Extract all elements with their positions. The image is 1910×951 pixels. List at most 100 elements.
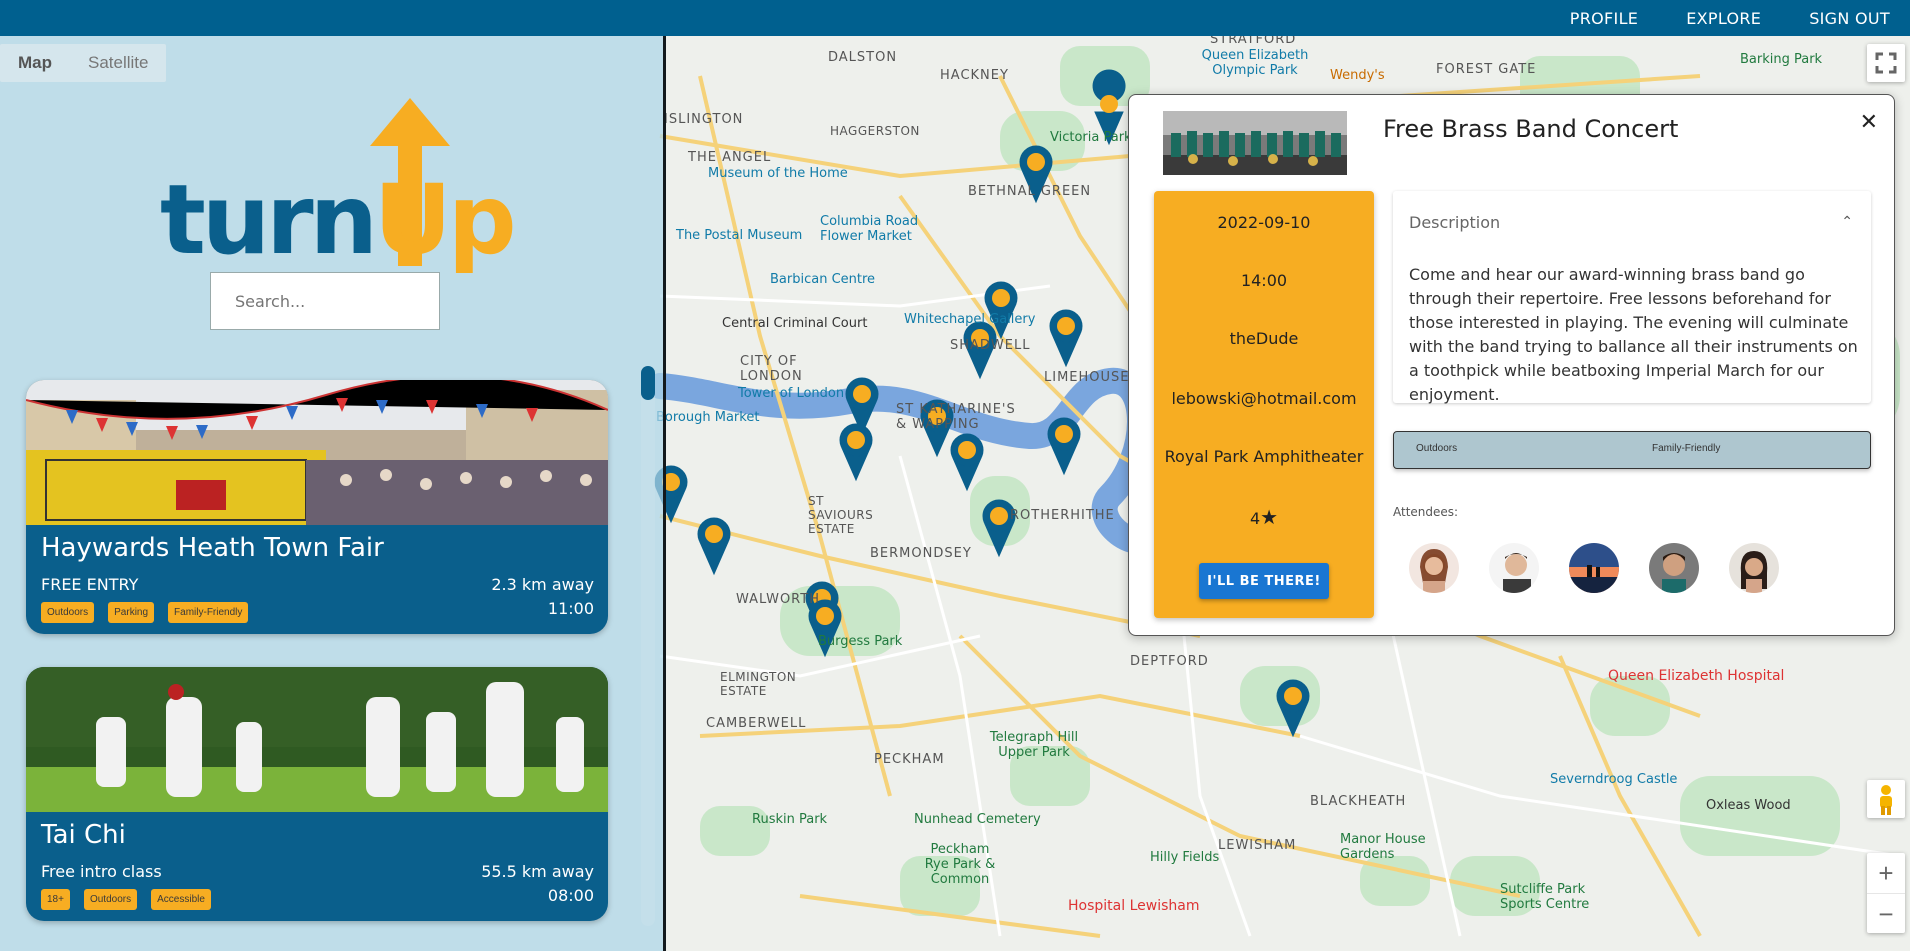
- turnup-logo: turnUp: [160, 96, 517, 276]
- event-host: theDude: [1229, 329, 1299, 348]
- fullscreen-icon: [1875, 52, 1897, 74]
- map-label: ELMINGTON ESTATE: [720, 670, 797, 698]
- rating-value: 4: [1249, 509, 1261, 528]
- map-poi: Queen Elizabeth Olympic Park: [1201, 48, 1309, 78]
- map-label: BERMONDSEY: [870, 546, 972, 561]
- logo-turn: turn: [160, 164, 378, 276]
- attendee-avatar[interactable]: [1569, 543, 1619, 593]
- event-card[interactable]: Tai Chi Free intro class 55.5 km away 08…: [26, 667, 608, 921]
- fullscreen-button[interactable]: [1867, 44, 1905, 82]
- map-poi: Burgess Park: [818, 634, 903, 649]
- map-label: PECKHAM: [874, 752, 945, 767]
- map-poi: Peckham Rye Park & Common: [924, 842, 996, 887]
- map-label: DALSTON: [828, 50, 898, 65]
- map-poi: Barbican Centre: [770, 272, 876, 287]
- event-time: 11:00: [547, 599, 594, 618]
- map-type-toggle: Map Satellite: [0, 44, 167, 82]
- map-label: ISLINGTON: [664, 112, 744, 127]
- nav-profile-link[interactable]: PROFILE: [1570, 9, 1638, 28]
- map-poi: Hilly Fields: [1150, 850, 1220, 865]
- event-title: Haywards Heath Town Fair: [41, 533, 384, 563]
- popup-tag: Family-Friendly: [1652, 443, 1721, 454]
- popup-tags: Outdoors Family-Friendly: [1393, 431, 1871, 469]
- search-input[interactable]: [210, 272, 440, 330]
- attendee-avatar[interactable]: [1489, 543, 1539, 593]
- map-type-satellite-button[interactable]: Satellite: [70, 44, 166, 82]
- map-poi: Hospital Lewisham: [1068, 898, 1200, 914]
- attendee-avatar[interactable]: [1649, 543, 1699, 593]
- event-photo: [26, 667, 608, 812]
- zoom-in-button[interactable]: +: [1867, 853, 1905, 893]
- event-email: lebowski@hotmail.com: [1171, 389, 1357, 408]
- map-type-map-button[interactable]: Map: [0, 44, 70, 82]
- map-poi: Telegraph Hill Upper Park: [989, 730, 1079, 760]
- event-tag: Parking: [108, 602, 155, 623]
- map-label: SHADWELL: [950, 338, 1031, 353]
- event-title: Tai Chi: [41, 820, 126, 850]
- scrollbar-thumb[interactable]: [641, 366, 655, 400]
- map-label: LIMEHOUSE: [1044, 370, 1130, 385]
- description-accordion: Description ⌃ Come and hear our award-wi…: [1393, 191, 1871, 404]
- logo-up: Up: [373, 164, 517, 276]
- event-distance: 55.5 km away: [481, 862, 594, 881]
- map-label: ST SAVIOURS ESTATE: [808, 494, 874, 536]
- event-info-column: 2022-09-10 14:00 theDude lebowski@hotmai…: [1154, 191, 1374, 618]
- map-label: STRATFORD: [1210, 36, 1297, 47]
- map-poi: The Postal Museum: [676, 228, 803, 243]
- street-view-button[interactable]: [1867, 780, 1905, 818]
- map-poi: Wendy's: [1330, 68, 1385, 83]
- map-poi: Sutcliffe Park Sports Centre: [1500, 882, 1590, 912]
- map-label: THE ANGEL: [688, 150, 772, 165]
- event-tag: Outdoors: [83, 889, 138, 910]
- zoom-out-button[interactable]: −: [1867, 893, 1905, 933]
- description-heading[interactable]: Description: [1409, 213, 1500, 232]
- map-poi: Museum of the Home: [708, 166, 848, 181]
- map-poi: Barking Park: [1740, 52, 1823, 67]
- top-nav-bar: PROFILE EXPLORE SIGN OUT: [0, 0, 1910, 36]
- event-tag: 18+: [41, 889, 70, 910]
- event-venue: Royal Park Amphitheater: [1164, 447, 1364, 466]
- map-poi: Whitechapel Gallery: [904, 312, 1036, 327]
- map-poi: Borough Market: [656, 410, 760, 425]
- chevron-up-icon[interactable]: ⌃: [1841, 213, 1853, 230]
- popup-title: Free Brass Band Concert: [1383, 115, 1679, 143]
- event-time: 14:00: [1240, 271, 1288, 290]
- map-poi: Severndroog Castle: [1550, 772, 1678, 787]
- popup-tag: Outdoors: [1416, 443, 1458, 454]
- map-label: WALWORTH: [736, 592, 820, 607]
- nav-signout-link[interactable]: SIGN OUT: [1809, 9, 1890, 28]
- map-poi: Oxleas Wood: [1706, 798, 1791, 813]
- attend-button[interactable]: I'LL BE THERE!: [1199, 563, 1329, 599]
- map-poi: Nunhead Cemetery: [914, 812, 1041, 827]
- left-panel: Map Satellite turnUp Search... Haywards …: [0, 36, 663, 951]
- map-label: ST KATHARINE'S & WAPPING: [896, 402, 1016, 432]
- event-subtitle: FREE ENTRY: [41, 575, 139, 594]
- map-label: DEPTFORD: [1130, 654, 1209, 669]
- event-tag: Accessible: [151, 889, 211, 910]
- panel-divider: [663, 36, 666, 951]
- attendee-avatar[interactable]: [1409, 543, 1459, 593]
- map-poi: Manor House Gardens: [1340, 832, 1426, 862]
- map-label: CITY OF LONDON: [740, 354, 803, 384]
- map-poi: Ruskin Park: [752, 812, 828, 827]
- star-icon: ★: [1260, 505, 1279, 529]
- map-label: FOREST GATE: [1436, 62, 1537, 77]
- map-poi: Tower of London: [738, 386, 845, 401]
- event-date: 2022-09-10: [1217, 213, 1311, 232]
- event-rating: 4★: [1154, 505, 1374, 529]
- event-detail-popup: Free Brass Band Concert ✕ 2022-09-10 14:…: [1128, 94, 1895, 636]
- nav-explore-link[interactable]: EXPLORE: [1686, 9, 1761, 28]
- zoom-control: + −: [1867, 853, 1905, 933]
- event-subtitle: Free intro class: [41, 862, 162, 881]
- map-poi: Central Criminal Court: [722, 316, 868, 331]
- event-thumbnail: [1163, 111, 1347, 175]
- event-distance: 2.3 km away: [491, 575, 594, 594]
- attendee-avatar[interactable]: [1729, 543, 1779, 593]
- map-label: CAMBERWELL: [706, 716, 807, 731]
- map-poi: Columbia Road Flower Market: [820, 214, 919, 244]
- event-card[interactable]: Haywards Heath Town Fair FREE ENTRY 2.3 …: [26, 380, 608, 634]
- event-tags: Outdoors Parking Family-Friendly: [41, 602, 249, 623]
- close-icon[interactable]: ✕: [1860, 109, 1878, 135]
- event-list-scrollbar[interactable]: [641, 366, 655, 926]
- attendees-label: Attendees:: [1393, 505, 1459, 519]
